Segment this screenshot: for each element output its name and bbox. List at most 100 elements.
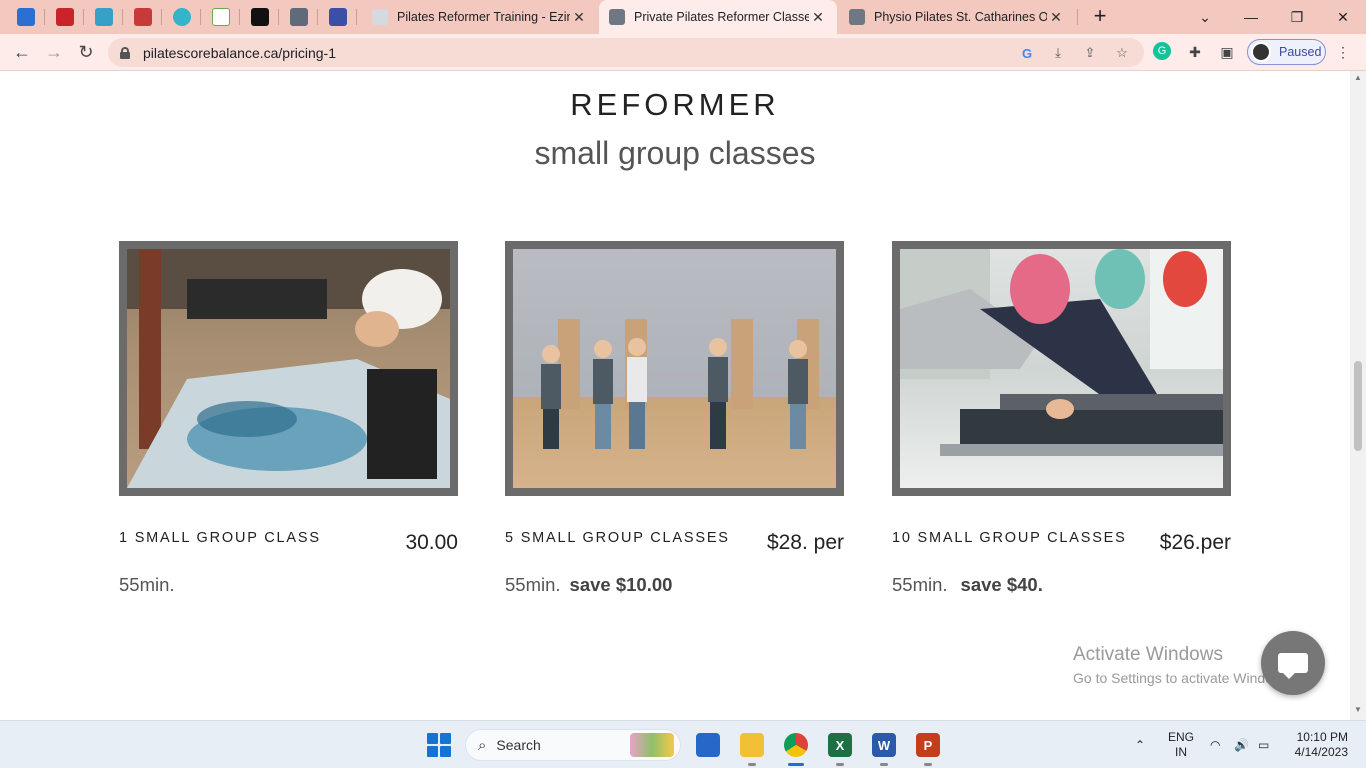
windows-start-icon[interactable] (427, 733, 451, 757)
extensions-puzzle-icon[interactable]: ✚ (1185, 42, 1205, 62)
menu-kebab-icon[interactable]: ⋮ (1333, 42, 1353, 62)
pinned-tab[interactable] (84, 0, 123, 34)
green-i-icon (211, 8, 230, 26)
file-explorer-app[interactable] (736, 729, 768, 766)
clock-time: 10:10 PM (1296, 730, 1348, 744)
reload-button[interactable]: ↻ (72, 38, 100, 66)
scrollbar-thumb[interactable] (1354, 361, 1362, 451)
grey-logo-icon (289, 8, 308, 26)
pinned-tab[interactable] (45, 0, 84, 34)
close-tab-icon[interactable]: ✕ (1047, 9, 1065, 26)
system-clock[interactable]: 10:10 PM 4/14/2023 (1282, 730, 1348, 760)
shield-logo-icon (328, 8, 347, 26)
word-app[interactable]: W (868, 729, 900, 766)
card-name: 5 SMALL GROUP CLASSES (505, 530, 730, 546)
battery-icon[interactable]: ▭ (1258, 721, 1269, 769)
tab-pilates-reformer-training[interactable]: Pilates Reformer Training - Ezine/ ✕ (362, 0, 598, 34)
minimize-button[interactable]: — (1228, 0, 1274, 34)
browser-toolbar: ← → ↻ pilatescorebalance.ca/pricing-1 G … (0, 34, 1366, 71)
windows-taskbar: ⌕ Search X W P ⌃ ENG IN ◠ 🔊 ▭ 10:10 PM 4… (0, 720, 1366, 768)
address-bar[interactable]: pilatescorebalance.ca/pricing-1 G ⤓ ⇪ ☆ (108, 38, 1144, 67)
page-scrollbar[interactable]: ▲ ▼ (1350, 71, 1366, 720)
card-name: 1 SMALL GROUP CLASS (119, 530, 321, 546)
show-hidden-icons-chevron-icon[interactable]: ⌃ (1135, 721, 1145, 769)
restore-button[interactable]: ❐ (1274, 0, 1320, 34)
bookmark-star-icon[interactable]: ☆ (1112, 43, 1132, 63)
folder-icon (740, 733, 764, 757)
store-app[interactable] (692, 729, 724, 761)
close-tab-icon[interactable]: ✕ (570, 9, 588, 26)
close-window-button[interactable]: ✕ (1320, 0, 1366, 34)
language-indicator[interactable]: ENG IN (1168, 730, 1194, 760)
card-price: $26.per (1159, 531, 1231, 554)
savings-text: save $10.00 (569, 574, 673, 595)
card-duration: 55min. (119, 574, 175, 596)
pinned-tab[interactable] (162, 0, 201, 34)
excel-app[interactable]: X (824, 729, 856, 766)
pricing-card: 5 SMALL GROUP CLASSES $28. per 55min. sav… (505, 241, 844, 595)
card-duration: 55min. save $40. (892, 574, 1043, 596)
google-translate-icon[interactable]: G (1017, 43, 1037, 63)
tab-title: Physio Pilates St. Catharines Onta (874, 10, 1047, 24)
pricing-card: 1 SMALL GROUP CLASS 30.00 55min. (119, 241, 458, 595)
search-icon: ⌕ (478, 736, 487, 754)
tab-physio-pilates[interactable]: Physio Pilates St. Catharines Onta ✕ (839, 0, 1075, 34)
profile-button[interactable]: Paused (1247, 39, 1326, 65)
language-code: ENG (1168, 730, 1195, 744)
profile-status: Paused (1279, 45, 1322, 59)
pinned-tab[interactable] (279, 0, 318, 34)
chat-bubble-icon (1278, 653, 1308, 679)
excel-icon: X (828, 733, 852, 757)
duration-text: 55min. (119, 574, 175, 595)
grammarly-icon[interactable]: G (1153, 42, 1171, 60)
pinned-tabs (0, 0, 357, 34)
lock-icon[interactable] (120, 46, 130, 59)
card-price: $28. per (766, 531, 844, 554)
store-icon (696, 733, 720, 757)
teal-drop-icon (172, 8, 191, 26)
page-content: REFORMER small group classes 1 SMALL GRO… (0, 71, 1350, 720)
black-square-icon (250, 8, 269, 26)
tab-separator (1077, 9, 1078, 25)
avatar (1251, 42, 1271, 62)
forward-button[interactable]: → (40, 38, 68, 66)
pinned-tab[interactable] (318, 0, 357, 34)
chat-widget-button[interactable] (1261, 631, 1325, 695)
share-icon[interactable]: ⇪ (1080, 43, 1100, 63)
scroll-down-arrow-icon[interactable]: ▼ (1354, 705, 1362, 714)
card-photo-frame (505, 241, 844, 496)
tab-search-icon[interactable]: ⌄ (1182, 0, 1228, 34)
url-text[interactable]: pilatescorebalance.ca/pricing-1 (143, 45, 336, 61)
language-region: IN (1175, 745, 1187, 759)
word-icon: W (872, 733, 896, 757)
install-icon[interactable]: ⤓ (1048, 43, 1068, 63)
reformer-lunge-photo (900, 249, 1223, 488)
close-tab-icon[interactable]: ✕ (809, 9, 827, 26)
pinned-tab[interactable] (240, 0, 279, 34)
pinned-tab[interactable] (6, 0, 45, 34)
chrome-app[interactable] (780, 729, 812, 766)
powerpoint-icon: P (916, 733, 940, 757)
tab-title: Private Pilates Reformer Classes | (634, 10, 809, 24)
back-button[interactable]: ← (8, 38, 36, 66)
card-photo-frame (119, 241, 458, 496)
pinned-tab[interactable] (201, 0, 240, 34)
studio-reformer-photo (127, 249, 450, 488)
card-name: 10 SMALL GROUP CLASSES (892, 530, 1127, 546)
chrome-icon (784, 733, 808, 757)
site-favicon-icon (849, 9, 865, 25)
wifi-icon[interactable]: ◠ (1210, 721, 1220, 769)
scroll-up-arrow-icon[interactable]: ▲ (1354, 73, 1362, 82)
duration-text: 55min. (892, 574, 948, 595)
pinned-tab[interactable] (123, 0, 162, 34)
red-figure-icon (55, 8, 74, 26)
watermark-subtitle: Go to Settings to activate Windows. (1073, 670, 1294, 686)
volume-icon[interactable]: 🔊 (1234, 721, 1249, 769)
side-panel-icon[interactable]: ▣ (1217, 42, 1237, 62)
powerpoint-app[interactable]: P (912, 729, 944, 766)
taskbar-search[interactable]: ⌕ Search (465, 729, 681, 761)
tab-private-pilates-reformer-classes[interactable]: Private Pilates Reformer Classes | ✕ (599, 0, 837, 34)
card-price: 30.00 (405, 531, 458, 554)
new-tab-button[interactable]: + (1088, 4, 1112, 28)
clock-date: 4/14/2023 (1294, 745, 1348, 759)
